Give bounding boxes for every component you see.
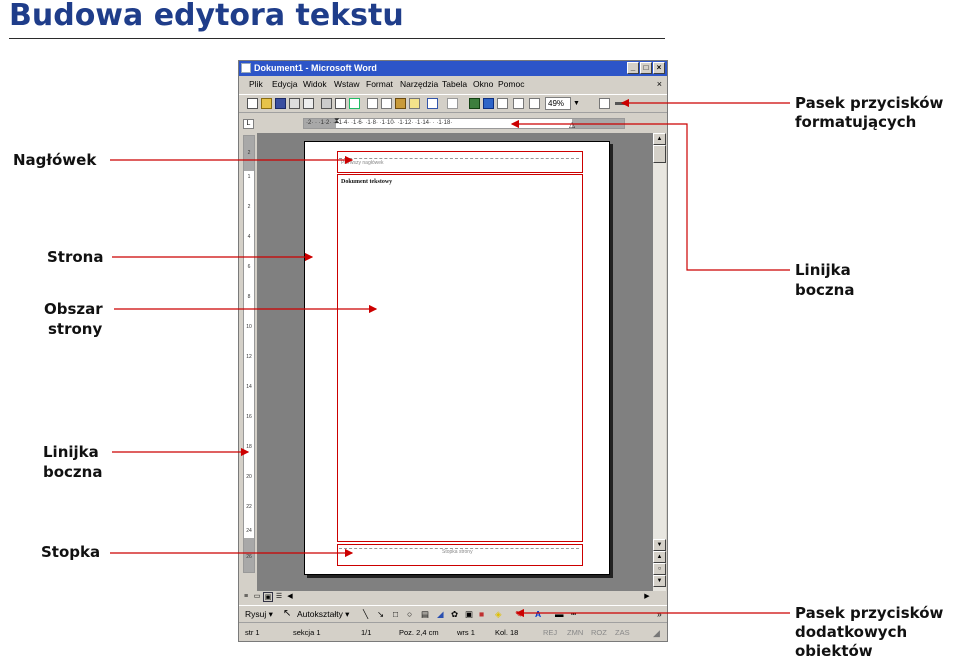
arrow-right-ruler (510, 119, 790, 271)
callout-arrows (110, 98, 790, 618)
